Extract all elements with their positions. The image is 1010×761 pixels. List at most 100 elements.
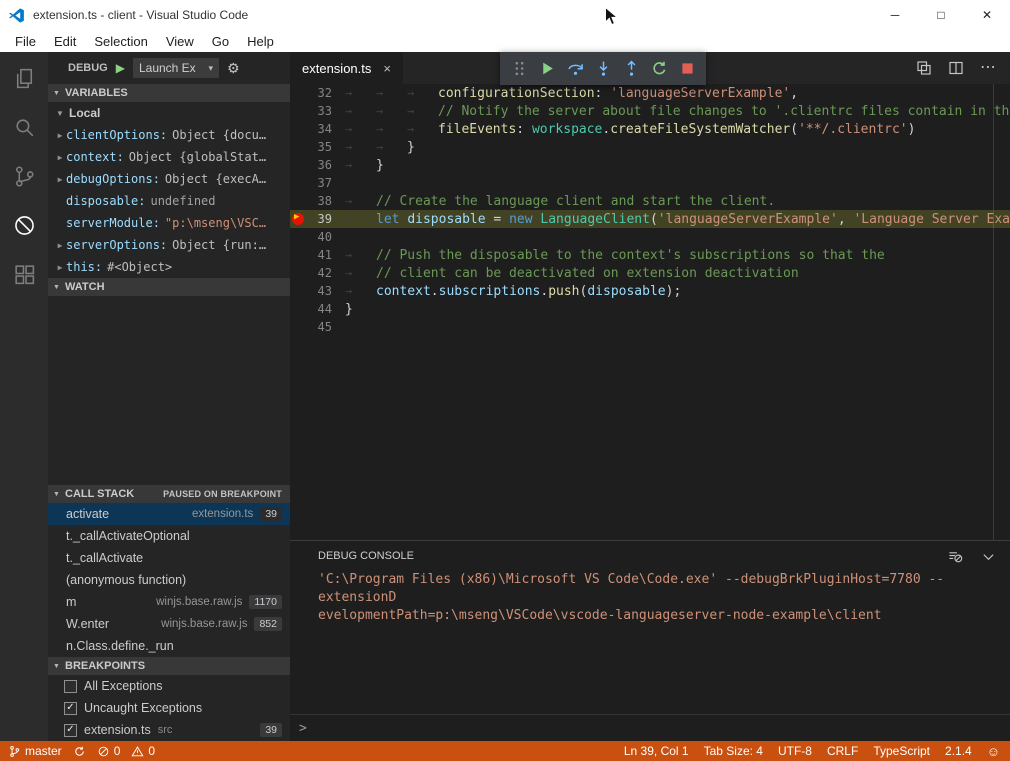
gutter-breakpoint-area[interactable] <box>290 84 306 102</box>
code-line-34[interactable]: 34→→→fileEvents: workspace.createFileSys… <box>290 120 1010 138</box>
gutter-breakpoint-area[interactable] <box>290 138 306 156</box>
breakpoint-checkbox[interactable]: ✓ <box>64 702 77 715</box>
menu-view[interactable]: View <box>157 32 203 51</box>
status-eol[interactable]: CRLF <box>827 744 858 758</box>
start-debug-icon[interactable]: ▶ <box>116 62 125 74</box>
code-line-35[interactable]: 35→→} <box>290 138 1010 156</box>
stack-frame-t-callactivate[interactable]: t._callActivate <box>48 547 290 569</box>
variable-disposable[interactable]: disposable:undefined <box>48 190 290 212</box>
breakpoint-label: extension.ts <box>84 723 151 737</box>
code-line-36[interactable]: 36→} <box>290 156 1010 174</box>
gutter-breakpoint-area[interactable] <box>290 282 306 300</box>
status-tab-size[interactable]: Tab Size: 4 <box>704 744 763 758</box>
files-icon[interactable] <box>10 64 38 92</box>
menu-help[interactable]: Help <box>238 32 283 51</box>
code-line-33[interactable]: 33→→→// Notify the server about file cha… <box>290 102 1010 120</box>
more-actions-icon[interactable]: ⋯ <box>980 60 996 76</box>
status-encoding[interactable]: UTF-8 <box>778 744 812 758</box>
gutter-breakpoint-area[interactable] <box>290 102 306 120</box>
variable-clientoptions[interactable]: ▶clientOptions:Object {docu… <box>48 124 290 146</box>
menu-go[interactable]: Go <box>203 32 238 51</box>
errors-item[interactable]: 0 <box>97 744 121 758</box>
launch-config-dropdown[interactable]: Launch Ex ▾ <box>133 58 219 78</box>
stack-frame-w-enter[interactable]: W.enterwinjs.base.raw.js852 <box>48 613 290 635</box>
step-into-icon[interactable] <box>591 57 615 81</box>
gutter-breakpoint-area[interactable] <box>290 318 306 336</box>
code-line-42[interactable]: 42→// client can be deactivated on exten… <box>290 264 1010 282</box>
variable-this[interactable]: ▶this:#<Object> <box>48 256 290 278</box>
gutter-breakpoint-area[interactable] <box>290 174 306 192</box>
variable-debugoptions[interactable]: ▶debugOptions:Object {execA… <box>48 168 290 190</box>
breakpoint-checkbox[interactable]: ✓ <box>64 724 77 737</box>
step-over-icon[interactable] <box>563 57 587 81</box>
variable-context[interactable]: ▶context:Object {globalStat… <box>48 146 290 168</box>
gutter-breakpoint-area[interactable] <box>290 156 306 174</box>
tab-extension-ts[interactable]: extension.ts × <box>290 52 403 84</box>
gutter-breakpoint-area[interactable] <box>290 120 306 138</box>
variable-servermodule[interactable]: serverModule:"p:\mseng\VSC… <box>48 212 290 234</box>
drag-grip[interactable] <box>507 57 531 81</box>
gutter-breakpoint-area[interactable] <box>290 264 306 282</box>
feedback-smiley-icon[interactable]: ☺ <box>987 744 1000 759</box>
gutter-breakpoint-area[interactable] <box>290 300 306 318</box>
menu-selection[interactable]: Selection <box>85 32 156 51</box>
breakpoints-section-header[interactable]: ▼ BREAKPOINTS <box>48 657 290 675</box>
breakpoint-all-exceptions[interactable]: All Exceptions <box>48 675 290 697</box>
variables-section-header[interactable]: ▼ VARIABLES <box>48 84 290 102</box>
git-branch-item[interactable]: master <box>8 744 62 758</box>
code-editor[interactable]: 32→→→configurationSection: 'languageServ… <box>290 84 1010 540</box>
gutter-breakpoint-area[interactable] <box>290 192 306 210</box>
code-line-45[interactable]: 45 <box>290 318 1010 336</box>
continue-icon[interactable] <box>535 57 559 81</box>
code-line-43[interactable]: 43→context.subscriptions.push(disposable… <box>290 282 1010 300</box>
restart-icon[interactable] <box>647 57 671 81</box>
sync-item[interactable] <box>73 745 86 758</box>
code-line-40[interactable]: 40 <box>290 228 1010 246</box>
close-panel-icon[interactable] <box>981 549 996 564</box>
breakpoint-extension-ts[interactable]: ✓extension.tssrc39 <box>48 719 290 741</box>
gutter-breakpoint-area[interactable] <box>290 246 306 264</box>
status-version[interactable]: 2.1.4 <box>945 744 972 758</box>
scope-local[interactable]: ▼ Local <box>48 102 290 124</box>
maximize-button[interactable]: □ <box>918 0 964 30</box>
section-twisty-icon: ▼ <box>53 90 60 97</box>
code-line-37[interactable]: 37 <box>290 174 1010 192</box>
gutter-breakpoint-area[interactable]: ▶ <box>290 210 306 228</box>
stop-icon[interactable] <box>675 57 699 81</box>
stack-frame-anonymous-function[interactable]: (anonymous function) <box>48 569 290 591</box>
configure-gear-icon[interactable]: ⚙ <box>227 61 240 75</box>
search-icon[interactable] <box>10 113 38 141</box>
source-control-icon[interactable] <box>10 162 38 190</box>
code-line-41[interactable]: 41→// Push the disposable to the context… <box>290 246 1010 264</box>
minimize-button[interactable]: ─ <box>872 0 918 30</box>
code-line-32[interactable]: 32→→→configurationSection: 'languageServ… <box>290 84 1010 102</box>
code-line-39[interactable]: ▶39→let disposable = new LanguageClient(… <box>290 210 1010 228</box>
extensions-icon[interactable] <box>10 260 38 288</box>
debug-icon[interactable] <box>10 211 38 239</box>
variable-serveroptions[interactable]: ▶serverOptions:Object {run:… <box>48 234 290 256</box>
clear-console-icon[interactable] <box>948 549 963 564</box>
tab-close-icon[interactable]: × <box>383 61 391 76</box>
breakpoint-checkbox[interactable] <box>64 680 77 693</box>
open-changes-icon[interactable] <box>916 60 932 76</box>
stack-frame-t-callactivateoptional[interactable]: t._callActivateOptional <box>48 525 290 547</box>
warnings-item[interactable]: 0 <box>131 744 155 758</box>
section-twisty-icon: ▼ <box>53 663 60 670</box>
watch-section-header[interactable]: ▼ WATCH <box>48 278 290 296</box>
menu-file[interactable]: File <box>6 32 45 51</box>
code-line-44[interactable]: 44} <box>290 300 1010 318</box>
menu-edit[interactable]: Edit <box>45 32 85 51</box>
code-line-38[interactable]: 38→// Create the language client and sta… <box>290 192 1010 210</box>
callstack-section-header[interactable]: ▼ CALL STACK PAUSED ON BREAKPOINT <box>48 485 290 503</box>
step-out-icon[interactable] <box>619 57 643 81</box>
breakpoint-uncaught-exceptions[interactable]: ✓Uncaught Exceptions <box>48 697 290 719</box>
stack-frame-n-class-define-run[interactable]: n.Class.define._run <box>48 635 290 657</box>
console-input-row[interactable]: > <box>290 714 1010 741</box>
close-button[interactable]: ✕ <box>964 0 1010 30</box>
stack-frame-activate[interactable]: activateextension.ts39 <box>48 503 290 525</box>
gutter-breakpoint-area[interactable] <box>290 228 306 246</box>
stack-frame-m[interactable]: mwinjs.base.raw.js1170 <box>48 591 290 613</box>
status-line-col[interactable]: Ln 39, Col 1 <box>624 744 689 758</box>
status-language[interactable]: TypeScript <box>873 744 930 758</box>
split-editor-icon[interactable] <box>948 60 964 76</box>
